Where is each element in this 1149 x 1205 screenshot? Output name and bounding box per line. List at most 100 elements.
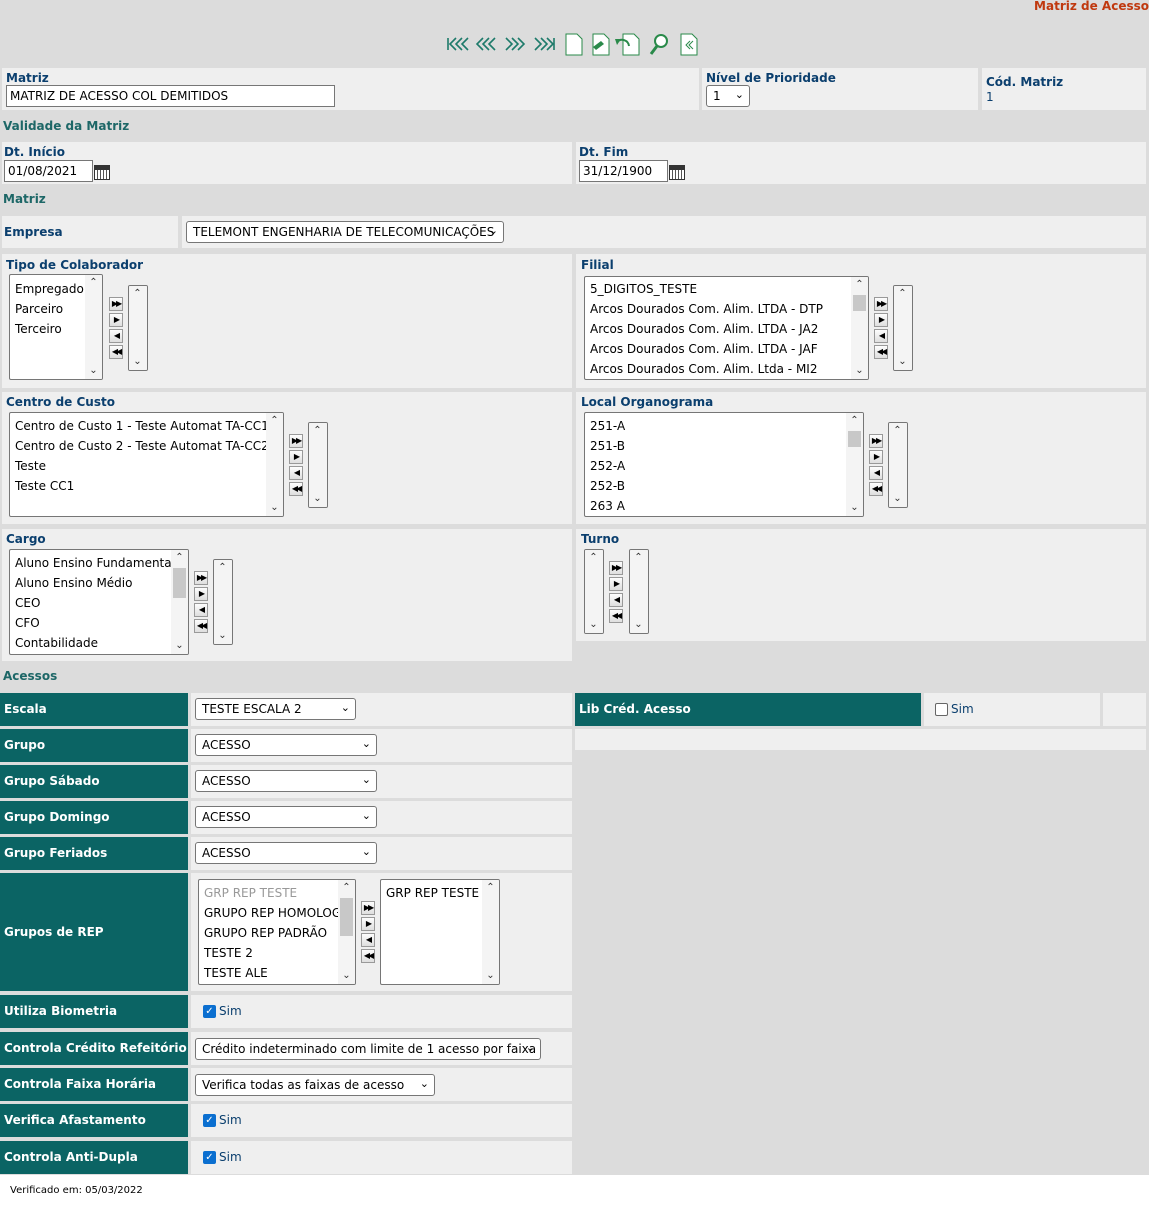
list-item[interactable]: 5_DIGITOS_TESTE: [585, 279, 868, 299]
move-all-left-icon[interactable]: ◀◀: [289, 482, 303, 496]
move-left-icon[interactable]: ◀: [361, 933, 375, 947]
scroll-down-icon[interactable]: ⌄: [482, 968, 499, 984]
move-all-left-icon[interactable]: ◀◀: [194, 619, 208, 633]
cargo-selected-list[interactable]: ⌃ ⌄: [213, 559, 233, 645]
afastamento-checkbox[interactable]: ✓: [203, 1114, 216, 1127]
grupo-domingo-select[interactable]: ACESSO ⌄: [195, 806, 377, 828]
scrollbar[interactable]: ⌃ ⌄: [585, 550, 603, 633]
move-left-icon[interactable]: ◀: [194, 603, 208, 617]
list-item[interactable]: Contabilidade: [10, 633, 188, 653]
move-left-icon[interactable]: ◀: [874, 329, 888, 343]
list-item[interactable]: 251-B: [585, 436, 863, 456]
scrollbar[interactable]: ⌃ ⌄: [338, 880, 355, 984]
list-item[interactable]: Aluno Ensino Fundamental: [10, 553, 188, 573]
first-icon[interactable]: [447, 37, 469, 51]
scroll-up-icon[interactable]: ⌃: [846, 413, 863, 429]
move-all-left-icon[interactable]: ◀◀: [361, 949, 375, 963]
tipo-colaborador-selected-list[interactable]: ⌃ ⌄: [128, 285, 148, 371]
calendar-icon[interactable]: [94, 165, 110, 180]
scroll-thumb[interactable]: [853, 295, 866, 311]
scroll-thumb[interactable]: [848, 431, 861, 447]
list-item[interactable]: Arcos Dourados Com. Alim. LTDA - JAF: [585, 339, 868, 359]
scroll-up-icon[interactable]: ⌃: [266, 413, 283, 429]
list-item[interactable]: Arcos Dourados Com. Alim. LTDA - JA2: [585, 319, 868, 339]
dt-inicio-input[interactable]: 01/08/2021: [4, 160, 93, 182]
export-icon[interactable]: [680, 33, 698, 56]
scrollbar[interactable]: ⌃ ⌄: [894, 286, 912, 370]
scroll-down-icon[interactable]: ⌄: [214, 628, 231, 644]
escala-select[interactable]: TESTE ESCALA 2 ⌄: [195, 698, 356, 720]
move-all-left-icon[interactable]: ◀◀: [109, 345, 123, 359]
move-right-icon[interactable]: ▶: [609, 577, 623, 591]
move-all-right-icon[interactable]: ▶▶: [109, 297, 123, 311]
scroll-thumb[interactable]: [340, 898, 353, 936]
cargo-available-list[interactable]: Aluno Ensino Fundamental Aluno Ensino Mé…: [9, 549, 189, 655]
move-right-icon[interactable]: ▶: [109, 313, 123, 327]
empresa-select[interactable]: TELEMONT ENGENHARIA DE TELECOMUNICAÇÕES ⌄: [186, 221, 504, 243]
scroll-down-icon[interactable]: ⌄: [171, 638, 188, 654]
scroll-down-icon[interactable]: ⌄: [630, 617, 647, 633]
grupo-feriados-select[interactable]: ACESSO ⌄: [195, 842, 377, 864]
scroll-up-icon[interactable]: ⌃: [630, 550, 647, 566]
move-right-icon[interactable]: ▶: [289, 450, 303, 464]
move-all-left-icon[interactable]: ◀◀: [874, 345, 888, 359]
scroll-up-icon[interactable]: ⌃: [585, 550, 602, 566]
scroll-up-icon[interactable]: ⌃: [85, 275, 102, 291]
scroll-down-icon[interactable]: ⌄: [129, 354, 146, 370]
matriz-input[interactable]: MATRIZ DE ACESSO COL DEMITIDOS: [6, 85, 335, 107]
faixa-horaria-select[interactable]: Verifica todas as faixas de acesso ⌄: [195, 1074, 435, 1096]
scroll-up-icon[interactable]: ⌃: [889, 423, 906, 439]
tipo-colaborador-available-list[interactable]: Empregado Parceiro Terceiro ⌃ ⌄: [9, 274, 103, 380]
move-all-right-icon[interactable]: ▶▶: [874, 297, 888, 311]
move-left-icon[interactable]: ◀: [609, 593, 623, 607]
move-left-icon[interactable]: ◀: [869, 466, 883, 480]
edit-icon[interactable]: [592, 33, 610, 56]
anti-dupla-checkbox[interactable]: ✓: [203, 1151, 216, 1164]
lib-cred-checkbox[interactable]: [935, 703, 948, 716]
list-item[interactable]: Centro de Custo 1 - Teste Automat TA-CC1: [10, 416, 283, 436]
list-item[interactable]: Arcos Dourados Com. Alim. Ltda - MI2: [585, 359, 868, 379]
local-organograma-available-list[interactable]: 251-A 251-B 252-A 252-B 263 A ⌃ ⌄: [584, 412, 864, 517]
scrollbar[interactable]: ⌃ ⌄: [846, 413, 863, 516]
scroll-down-icon[interactable]: ⌄: [851, 363, 868, 379]
turno-available-list[interactable]: ⌃ ⌄: [584, 549, 604, 634]
list-item[interactable]: Centro de Custo 2 - Teste Automat TA-CC2: [10, 436, 283, 456]
list-item[interactable]: Aluno Ensino Médio: [10, 573, 188, 593]
list-item[interactable]: CFO: [10, 613, 188, 633]
calendar-icon[interactable]: [669, 165, 685, 180]
scroll-up-icon[interactable]: ⌃: [338, 880, 355, 896]
centro-custo-selected-list[interactable]: ⌃ ⌄: [308, 422, 328, 508]
scrollbar[interactable]: ⌃ ⌄: [630, 550, 648, 633]
scrollbar[interactable]: ⌃ ⌄: [482, 880, 499, 984]
scroll-up-icon[interactable]: ⌃: [894, 286, 911, 302]
grupo-sabado-select[interactable]: ACESSO ⌄: [195, 770, 377, 792]
credito-refeitorio-select[interactable]: Crédito indeterminado com limite de 1 ac…: [195, 1038, 541, 1060]
move-all-left-icon[interactable]: ◀◀: [609, 609, 623, 623]
scrollbar[interactable]: ⌃ ⌄: [129, 286, 147, 370]
list-item[interactable]: TESTE ALE: [199, 963, 355, 983]
scroll-down-icon[interactable]: ⌄: [846, 500, 863, 516]
move-all-right-icon[interactable]: ▶▶: [361, 901, 375, 915]
turno-selected-list[interactable]: ⌃ ⌄: [629, 549, 649, 634]
new-icon[interactable]: [565, 33, 583, 56]
prioridade-select[interactable]: 1 ⌄: [706, 85, 750, 107]
list-item[interactable]: 252-B: [585, 476, 863, 496]
list-item[interactable]: Teste: [10, 456, 283, 476]
move-left-icon[interactable]: ◀: [109, 329, 123, 343]
scrollbar[interactable]: ⌃ ⌄: [214, 560, 232, 644]
scroll-down-icon[interactable]: ⌄: [85, 363, 102, 379]
grupos-rep-available-list[interactable]: GRP REP TESTE GRUPO REP HOMOLOG GRUPO RE…: [198, 879, 356, 985]
scroll-up-icon[interactable]: ⌃: [171, 550, 188, 566]
move-right-icon[interactable]: ▶: [869, 450, 883, 464]
last-icon[interactable]: [534, 37, 555, 51]
move-left-icon[interactable]: ◀: [289, 466, 303, 480]
scroll-up-icon[interactable]: ⌃: [309, 423, 326, 439]
centro-custo-available-list[interactable]: Centro de Custo 1 - Teste Automat TA-CC1…: [9, 412, 284, 517]
move-right-icon[interactable]: ▶: [874, 313, 888, 327]
move-right-icon[interactable]: ▶: [194, 587, 208, 601]
scroll-up-icon[interactable]: ⌃: [214, 560, 231, 576]
undo-icon[interactable]: [615, 33, 640, 56]
scrollbar[interactable]: ⌃ ⌄: [309, 423, 327, 507]
move-right-icon[interactable]: ▶: [361, 917, 375, 931]
move-all-right-icon[interactable]: ▶▶: [609, 561, 623, 575]
